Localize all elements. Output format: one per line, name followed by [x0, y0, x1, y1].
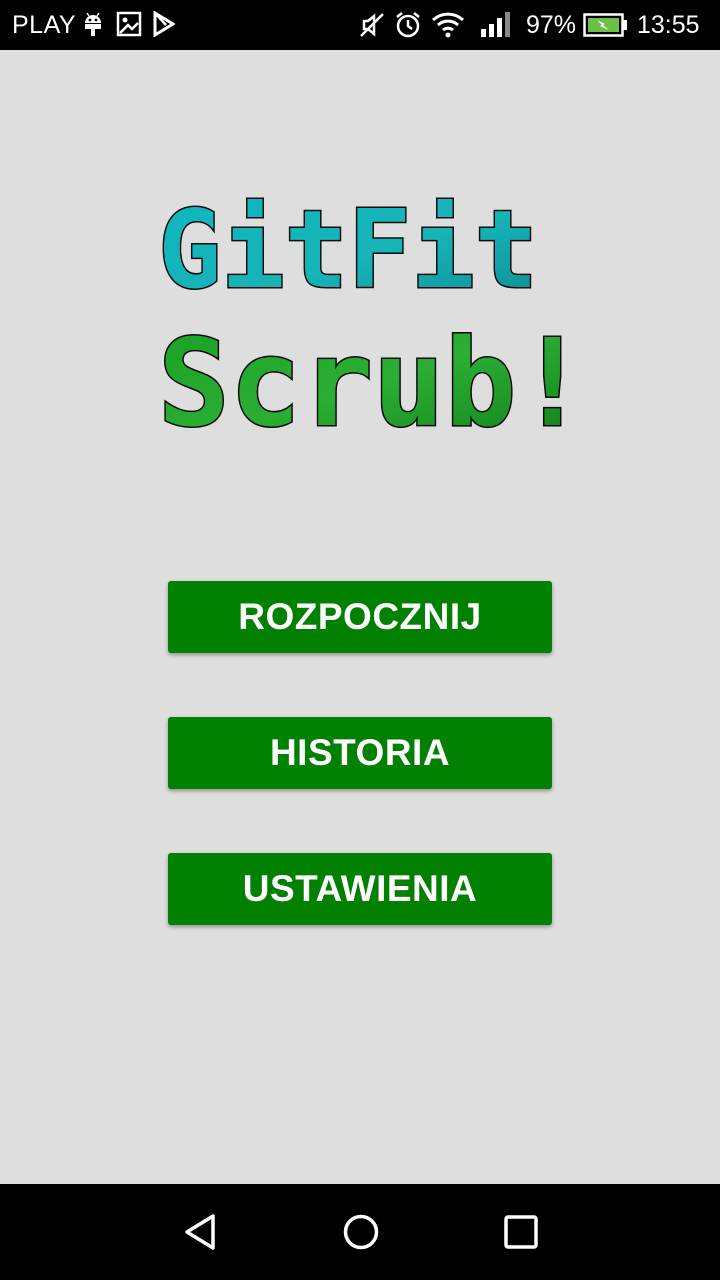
recents-icon[interactable] [497, 1208, 545, 1256]
play-store-icon [153, 10, 176, 42]
clock: 13:55 [637, 11, 700, 39]
alarm-icon [394, 11, 422, 44]
logo-line2: Scrub! [158, 315, 588, 435]
home-icon[interactable] [337, 1208, 385, 1256]
logo-line1: GitFit [158, 195, 538, 313]
gitfit-scrub-logo: GitFit Scrub! [150, 187, 600, 456]
status-bar: PLAY 97% 13:55 [0, 0, 720, 50]
battery-percent: 97% [526, 11, 577, 39]
battery-charging-icon [583, 13, 629, 42]
navigation-bar [0, 1184, 720, 1280]
back-icon[interactable] [177, 1208, 225, 1256]
app-screen: PLAY 97% 13:55 GitFit Scrub! ROZPOCZNIJ … [0, 0, 720, 1280]
image-icon [116, 11, 142, 42]
settings-button[interactable]: USTAWIENIA [168, 853, 552, 925]
muted-icon [358, 11, 386, 44]
carrier-name: PLAY [12, 11, 77, 39]
start-button[interactable]: ROZPOCZNIJ [168, 581, 552, 653]
android-debug-icon [82, 11, 104, 42]
wifi-icon [431, 11, 465, 44]
signal-icon [480, 11, 512, 44]
history-button[interactable]: HISTORIA [168, 717, 552, 789]
